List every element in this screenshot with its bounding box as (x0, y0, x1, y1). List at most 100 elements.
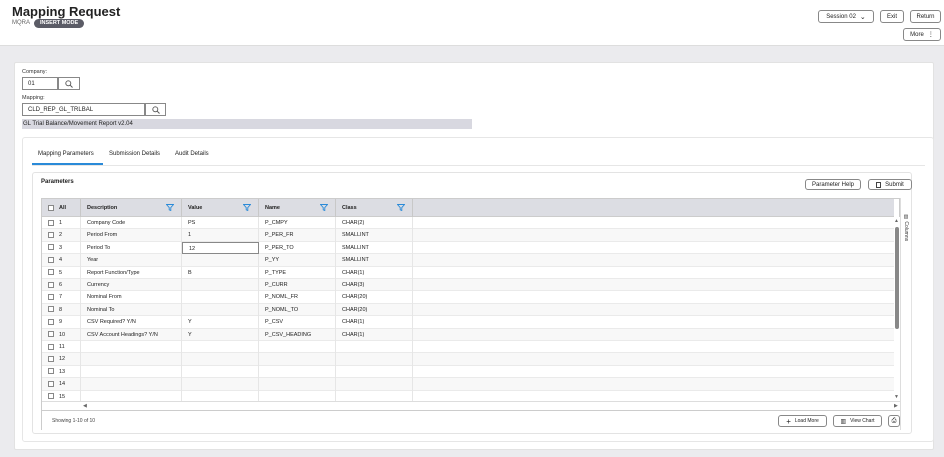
company-input[interactable]: 01 (22, 77, 58, 90)
row-select[interactable]: 3 (42, 241, 81, 255)
cell-value[interactable] (182, 378, 259, 391)
checkbox[interactable] (48, 318, 54, 325)
exit-button[interactable]: Exit (880, 10, 904, 23)
submit-button[interactable]: Submit (868, 179, 912, 190)
row-select[interactable]: 5 (42, 266, 81, 279)
table-row[interactable]: 11 (42, 341, 894, 354)
checkbox[interactable] (48, 204, 54, 211)
cell-value[interactable] (182, 353, 259, 366)
table-row[interactable]: 12 (42, 353, 894, 366)
checkbox[interactable] (48, 393, 54, 400)
cell-value[interactable] (182, 303, 259, 317)
scroll-thumb[interactable] (895, 227, 899, 329)
header-class[interactable]: Class (336, 199, 413, 217)
table-row[interactable]: 13 (42, 365, 894, 379)
cell-value[interactable]: Y (182, 328, 259, 341)
row-select[interactable]: 9 (42, 316, 81, 329)
scroll-right-icon[interactable]: ▶ (894, 403, 898, 409)
columns-toggle[interactable]: ▥ Columns (903, 214, 909, 241)
checkbox[interactable] (48, 231, 54, 238)
checkbox[interactable] (48, 306, 54, 313)
row-select[interactable]: 1 (42, 217, 81, 230)
filter-icon[interactable] (166, 204, 174, 211)
cell-value[interactable] (182, 291, 259, 304)
row-select[interactable]: 10 (42, 328, 81, 341)
tab-submission-details[interactable]: Submission Details (109, 151, 160, 157)
mapping-input[interactable]: CLD_REP_GL_TRLBAL (22, 103, 145, 116)
load-more-button[interactable]: + Load More (778, 415, 827, 427)
checkbox[interactable] (48, 244, 54, 251)
header-description[interactable]: Description (81, 199, 182, 217)
tab-mapping-parameters[interactable]: Mapping Parameters (38, 151, 94, 157)
header-value[interactable]: Value (182, 199, 259, 217)
row-select[interactable]: 2 (42, 229, 81, 242)
table-row[interactable]: 1 Company Code PS P_CMPY CHAR(2) (42, 217, 894, 230)
cell-value[interactable]: Y (182, 316, 259, 329)
filter-icon[interactable] (243, 204, 251, 211)
checkbox[interactable] (48, 269, 54, 276)
cell-name (259, 341, 336, 354)
cell-value[interactable] (182, 279, 259, 292)
row-select[interactable]: 8 (42, 303, 81, 317)
header-name[interactable]: Name (259, 199, 336, 217)
cell-value[interactable] (182, 341, 259, 354)
table-row[interactable]: 5 Report Function/Type B P_TYPE CHAR(1) (42, 266, 894, 279)
table-row[interactable]: 4 Year P_YY SMALLINT (42, 254, 894, 267)
cell-description: CSV Account Headings? Y/N (81, 328, 182, 341)
checkbox[interactable] (48, 343, 54, 350)
select-all[interactable]: All (42, 199, 81, 217)
checkbox[interactable] (48, 219, 54, 226)
row-select[interactable]: 13 (42, 365, 81, 379)
checkbox[interactable] (48, 281, 54, 288)
export-button[interactable]: ⎙ (888, 415, 900, 427)
table-row[interactable]: 10 CSV Account Headings? Y/N Y P_CSV_HEADIN… (42, 328, 894, 341)
kebab-icon: ⋮ (927, 32, 934, 38)
row-select[interactable]: 12 (42, 353, 81, 366)
row-select[interactable]: 7 (42, 291, 81, 304)
row-select[interactable]: 14 (42, 378, 81, 391)
table-row[interactable]: 9 CSV Required? Y/N Y P_CSV CHAR(1) (42, 316, 894, 329)
table-row[interactable]: 2 Period From 1 P_PER_FR SMALLINT (42, 229, 894, 242)
view-chart-button[interactable]: ▥ View Chart (833, 415, 882, 427)
cell-value[interactable]: 12 (182, 241, 259, 255)
cell-value[interactable]: PS (182, 217, 259, 230)
table-row[interactable]: 6 Currency P_CURR CHAR(3) (42, 279, 894, 292)
company-search-button[interactable] (58, 77, 80, 90)
row-select[interactable]: 6 (42, 279, 81, 292)
checkbox[interactable] (48, 331, 54, 338)
parameter-help-button[interactable]: Parameter Help (805, 179, 861, 190)
scroll-left-icon[interactable]: ◀ (83, 403, 87, 409)
table-row[interactable]: 14 (42, 378, 894, 391)
mapping-search-button[interactable] (145, 103, 166, 116)
checkbox[interactable] (48, 293, 54, 300)
session-dropdown[interactable]: Session 02 ⌄ (818, 10, 874, 23)
checkbox[interactable] (48, 368, 54, 375)
columns-side-panel[interactable]: ▥ Columns (900, 198, 912, 430)
checkbox[interactable] (48, 355, 54, 362)
table-row[interactable]: 7 Nominal From P_NOML_FR CHAR(20) (42, 291, 894, 304)
scroll-up-icon[interactable]: ▲ (894, 218, 899, 224)
filter-icon[interactable] (320, 204, 328, 211)
cell-value[interactable]: 1 (182, 229, 259, 242)
cell-value[interactable]: B (182, 266, 259, 279)
row-select[interactable]: 15 (42, 390, 81, 401)
more-button[interactable]: More ⋮ (903, 28, 941, 41)
cell-value[interactable] (182, 365, 259, 379)
checkbox[interactable] (48, 380, 54, 387)
scroll-down-icon[interactable]: ▼ (894, 394, 899, 400)
checkbox[interactable] (48, 256, 54, 263)
cell-value[interactable] (182, 390, 259, 401)
table-row[interactable]: 8 Nominal To P_NOML_TO CHAR(20) (42, 303, 894, 317)
row-select[interactable]: 11 (42, 341, 81, 354)
tab-audit-details[interactable]: Audit Details (175, 151, 209, 157)
table-row[interactable]: 15 (42, 390, 894, 401)
horizontal-scrollbar[interactable]: ◀ ▶ (42, 401, 901, 410)
filter-icon[interactable] (397, 204, 405, 211)
return-button[interactable]: Return (910, 10, 941, 23)
cell-empty (413, 366, 894, 378)
cell-description (81, 341, 182, 354)
table-row[interactable]: 3 Period To 12 P_PER_TO SMALLINT (42, 241, 894, 255)
cell-description: Nominal From (81, 291, 182, 304)
row-select[interactable]: 4 (42, 254, 81, 267)
cell-value[interactable] (182, 254, 259, 267)
